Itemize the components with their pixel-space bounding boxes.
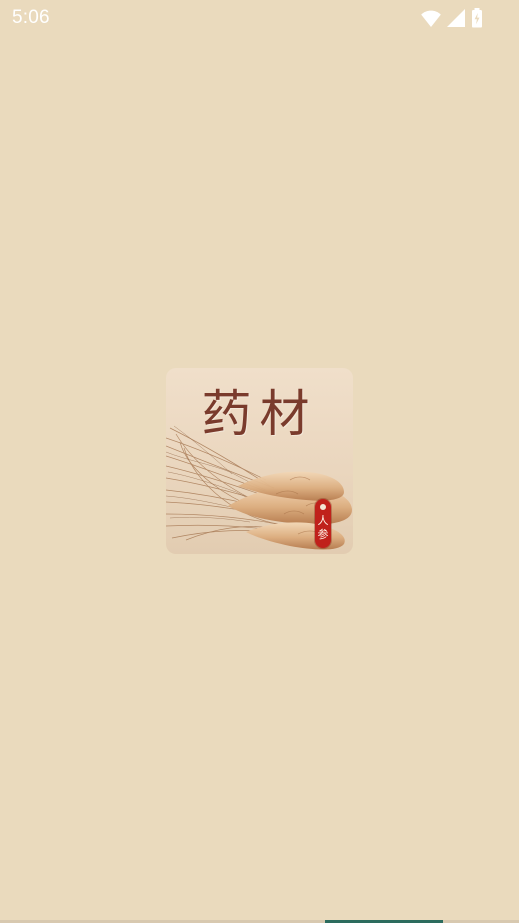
status-bar: 5:06 bbox=[0, 0, 519, 36]
battery-charging-icon bbox=[471, 8, 483, 28]
wifi-icon bbox=[421, 10, 441, 27]
logo-tag-text: 人参 bbox=[317, 514, 329, 541]
status-time: 5:06 bbox=[12, 7, 50, 28]
app-logo: 药材 人参 bbox=[166, 368, 353, 554]
ginseng-tag: 人参 bbox=[315, 499, 331, 548]
status-icons bbox=[421, 8, 483, 28]
tag-dot bbox=[320, 504, 326, 510]
signal-icon bbox=[447, 9, 465, 27]
